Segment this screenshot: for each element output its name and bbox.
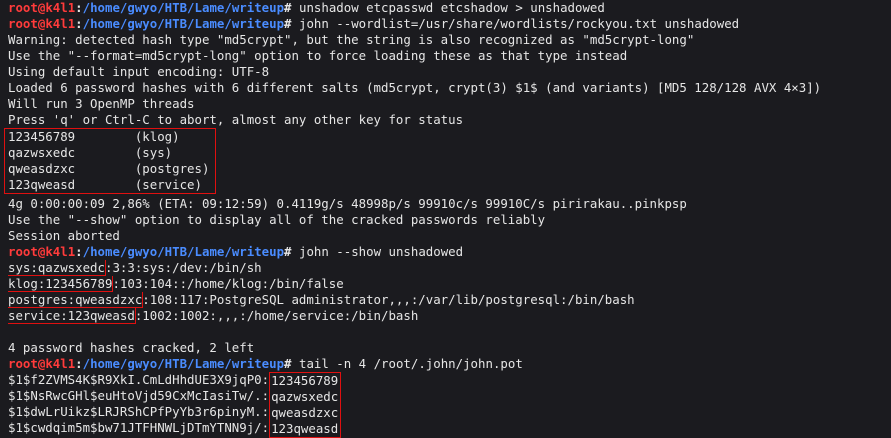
prompt-symbol: # — [284, 16, 292, 31]
prompt-path: /home/gwyo/HTB/Lame/writeup — [82, 0, 285, 15]
prompt-user: root — [8, 356, 38, 371]
prompt-path: /home/gwyo/HTB/Lame/writeup — [82, 16, 285, 31]
cracked-passwords-highlight: 123456789 (klog) qazwsxedc (sys) qweasdz… — [4, 128, 217, 194]
passwd-fields: :108:117:PostgreSQL administrator,,,:/va… — [142, 292, 635, 307]
show-row: klog:123456789:103:104::/home/klog:/bin/… — [8, 276, 891, 292]
command-text: tail -n 4 /root/.john/john.pot — [298, 356, 523, 371]
cracked-row: qazwsxedc (sys) — [8, 145, 209, 161]
output-line: Will run 3 OpenMP threads — [8, 96, 195, 111]
cracked-row: 123456789 (klog) — [8, 129, 209, 145]
show-row: service:123qweasd:1002:1002:,,,:/home/se… — [8, 308, 891, 324]
output-line: Loaded 6 password hashes with 6 differen… — [8, 80, 822, 95]
pot-hash: $1$dwLrUikz$LRJRShCPfPyYb3r6pinyM.: — [8, 404, 270, 419]
prompt-line: root@k4l1:/home/gwyo/HTB/Lame/writeup# t… — [8, 356, 523, 371]
cracked-password: qazwsxedc — [8, 145, 76, 160]
credential-highlight: klog:123456789 — [8, 276, 114, 292]
cracked-user: (klog) — [134, 129, 180, 144]
pot-hashes: $1$f2ZVMS4K$R9XkI.CmLdHhdUE3X9jqP0: $1$N… — [8, 372, 269, 438]
output-line: 4 password hashes cracked, 2 left — [8, 340, 255, 355]
prompt-symbol: # — [284, 356, 292, 371]
credential-highlight: sys:qazwsxedc — [8, 260, 106, 276]
pot-hash: $1$NsRwcGHl$euHtoVjd59CxMcIasiTw/.: — [8, 388, 270, 403]
command-text: unshadow etcpasswd etcshadow > unshadowe… — [298, 0, 605, 15]
command-text: john --show unshadowed — [298, 244, 464, 259]
output-line: 4g 0:00:00:09 2,86% (ETA: 09:12:59) 0.41… — [8, 196, 687, 211]
show-row: postgres:qweasdzxc:108:117:PostgreSQL ad… — [8, 292, 891, 308]
cracked-row: qweasdzxc (postgres) — [8, 161, 209, 177]
output-line: Using default input encoding: UTF-8 — [8, 64, 270, 79]
pot-passwords-highlight: 123456789 qazwsxedc qweasdzxc 123qweasd — [269, 372, 342, 438]
prompt-symbol: # — [284, 244, 292, 259]
prompt-host: k4l1 — [45, 244, 76, 259]
prompt-line: root@k4l1:/home/gwyo/HTB/Lame/writeup# j… — [8, 244, 464, 259]
cracked-row: 123qweasd (service) — [8, 177, 209, 193]
output-line: Session aborted — [8, 228, 120, 243]
cracked-password: 123qweasd — [8, 177, 76, 192]
pot-hash: $1$cwdqim5m$bw71JTFHNWLjDTmYTNN9j/: — [8, 420, 270, 435]
output-line: Use the "--show" option to display all o… — [8, 212, 546, 227]
output-line: Use the "--format=md5crypt-long" option … — [8, 48, 628, 63]
credential-highlight: service:123qweasd — [8, 308, 136, 324]
prompt-path: /home/gwyo/HTB/Lame/writeup — [82, 356, 285, 371]
command-text: john --wordlist=/usr/share/wordlists/roc… — [298, 16, 740, 31]
prompt-user: root — [8, 16, 38, 31]
prompt-user: root — [8, 244, 38, 259]
prompt-symbol: # — [284, 0, 292, 15]
passwd-fields: :1002:1002:,,,:/home/service:/bin/bash — [134, 308, 419, 323]
pot-hash: $1$f2ZVMS4K$R9XkI.CmLdHhdUE3X9jqP0: — [8, 372, 270, 387]
prompt-line: root@k4l1:/home/gwyo/HTB/Lame/writeup# j… — [8, 16, 740, 31]
prompt-host: k4l1 — [45, 356, 76, 371]
output-line: Warning: detected hash type "md5crypt", … — [8, 32, 695, 47]
prompt-path: /home/gwyo/HTB/Lame/writeup — [82, 244, 285, 259]
cracked-password: 123456789 — [8, 129, 76, 144]
cracked-user: (sys) — [134, 145, 173, 160]
passwd-fields: :103:104::/home/klog:/bin/false — [112, 276, 344, 291]
output-line: Press 'q' or Ctrl-C to abort, almost any… — [8, 112, 464, 127]
john-pot-output: $1$f2ZVMS4K$R9XkI.CmLdHhdUE3X9jqP0: $1$N… — [8, 372, 891, 438]
credential-highlight: postgres:qweasdzxc — [8, 292, 144, 308]
terminal-window[interactable]: root@k4l1:/home/gwyo/HTB/Lame/writeup# u… — [0, 0, 891, 438]
cracked-user: (service) — [134, 177, 202, 192]
cracked-password: qweasdzxc — [8, 161, 76, 176]
pot-password: qweasdzxc — [271, 405, 339, 420]
show-row: sys:qazwsxedc:3:3:sys:/dev:/bin/sh — [8, 260, 891, 276]
passwd-fields: :3:3:sys:/dev:/bin/sh — [104, 260, 262, 275]
pot-password: 123456789 — [271, 373, 339, 388]
pot-password: 123qweasd — [271, 421, 339, 436]
prompt-user: root — [8, 0, 38, 15]
prompt-line: root@k4l1:/home/gwyo/HTB/Lame/writeup# u… — [8, 0, 605, 15]
prompt-host: k4l1 — [45, 16, 76, 31]
prompt-host: k4l1 — [45, 0, 76, 15]
cracked-user: (postgres) — [134, 161, 210, 176]
pot-password: qazwsxedc — [271, 389, 339, 404]
